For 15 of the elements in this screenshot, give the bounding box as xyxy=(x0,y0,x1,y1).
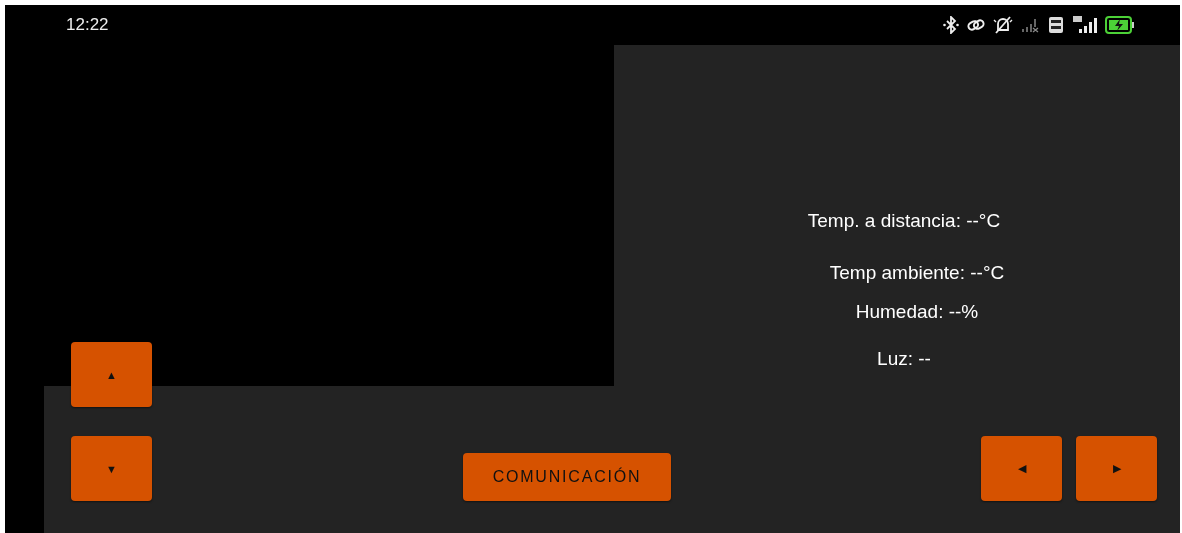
bluetooth-icon xyxy=(943,16,959,34)
arrow-button[interactable]: ▲ xyxy=(71,342,152,407)
sensor-reading: Luz: -- xyxy=(877,348,931,370)
muted-bell-icon xyxy=(993,16,1013,34)
arrow-button[interactable]: ◀ xyxy=(981,436,1062,501)
sensor-reading: Humedad: --% xyxy=(855,301,979,323)
no-signal-icon xyxy=(1021,17,1041,33)
sensor-reading: Temp ambiente: --°C xyxy=(829,262,1005,284)
link-icon xyxy=(967,17,985,33)
status-time: 12:22 xyxy=(66,15,109,35)
sensor-reading: Temp. a distancia: --°C xyxy=(807,210,1001,232)
battery-charging-icon xyxy=(1105,16,1135,34)
arrow-button[interactable]: ▶ xyxy=(1076,436,1157,501)
communication-button[interactable]: COMUNICACIÓN xyxy=(463,453,671,501)
arrow-button[interactable]: ▼ xyxy=(71,436,152,501)
